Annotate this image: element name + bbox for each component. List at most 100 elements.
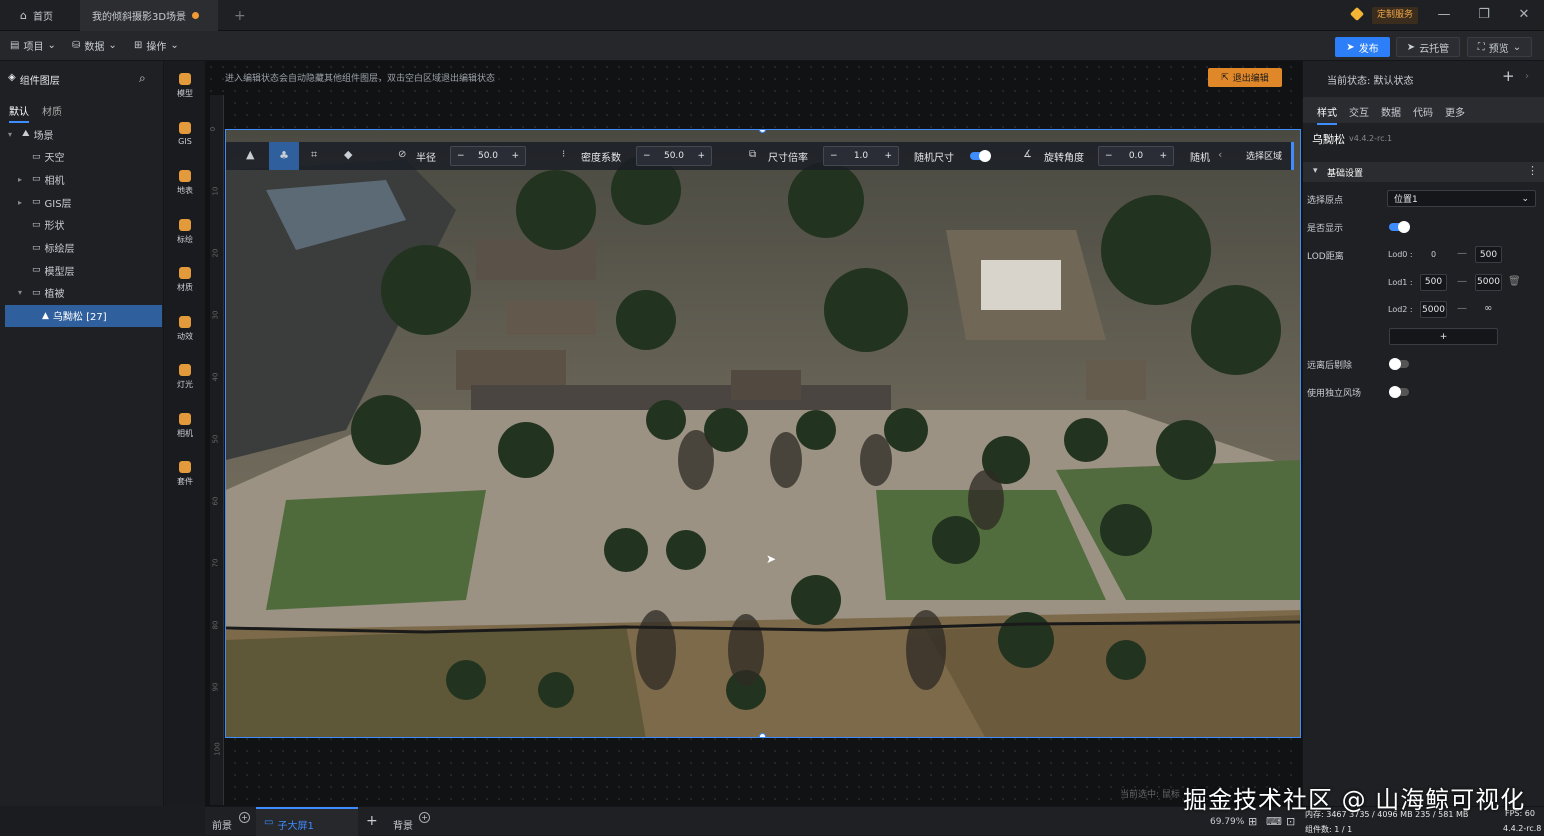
zoom-level[interactable]: 69.79% [1210, 817, 1244, 827]
rail-item[interactable]: 动效 [165, 312, 205, 356]
layer-item[interactable]: ▲ 乌黝松 [27] [5, 304, 162, 327]
lod-to-input[interactable]: 5000 [1475, 273, 1502, 291]
layer-item[interactable]: ▸ ▭ GIS层 [0, 191, 164, 213]
wind-toggle[interactable] [1389, 386, 1409, 398]
rail-item[interactable]: GIS [165, 118, 205, 162]
component-category-icon [179, 412, 191, 425]
basic-settings-header[interactable]: ▾ 基础设置 ⋮ [1303, 162, 1544, 182]
layer-item[interactable]: ▾ ⛰ 场景 [0, 123, 164, 145]
add-tab-button[interactable]: + [222, 0, 258, 31]
radius-value: 50.0 [477, 151, 499, 161]
lod-to-input[interactable]: 500 [1475, 246, 1502, 263]
exit-edit-button[interactable]: ⇱ 退出编辑 [1208, 68, 1282, 87]
visible-toggle[interactable] [1389, 221, 1410, 233]
layer-item[interactable]: ▾ ▭ 植被 [0, 282, 164, 304]
scale-plus[interactable]: + [884, 151, 892, 161]
bottom-resize-handle[interactable] [759, 733, 766, 737]
chevron-left-icon[interactable]: ‹ [1218, 148, 1222, 161]
preview-button[interactable]: ⛶ 预览 ⌄ [1467, 37, 1532, 57]
publish-button[interactable]: ➤ 发布 [1335, 37, 1390, 57]
fit-icon[interactable]: ⊞ [1248, 815, 1257, 828]
add-state-button[interactable]: + [1502, 67, 1515, 85]
background-tab[interactable]: 背景 [393, 817, 413, 832]
tree-brush-icon[interactable]: ▲ [246, 148, 254, 161]
tab-project[interactable]: 我的倾斜摄影3D场景 [80, 0, 218, 31]
lod-name: Lod0 : [1388, 250, 1413, 259]
scale-stepper[interactable]: − 1.0 + [823, 146, 899, 166]
tab-home[interactable]: ⌂ 首页 [8, 0, 65, 31]
tab-default[interactable]: 默认 [9, 103, 29, 123]
layer-item[interactable]: ▭ 天空 [0, 146, 164, 168]
radius-plus[interactable]: + [511, 151, 519, 161]
child-screen-tab[interactable]: ▭ 子大屏1 [256, 807, 358, 836]
rail-item[interactable]: 模型 [165, 69, 205, 113]
rotate-minus[interactable]: − [1105, 151, 1113, 161]
density-stepper[interactable]: − 50.0 + [636, 146, 712, 166]
rotate-plus[interactable]: + [1159, 151, 1167, 161]
more-icon[interactable]: ⋮ [1527, 164, 1538, 177]
lod-label: LOD距离 [1307, 252, 1344, 262]
rotate-stepper[interactable]: − 0.0 + [1098, 146, 1174, 166]
select-area-button[interactable]: 选择区域 [1246, 149, 1282, 162]
rail-item[interactable]: 材质 [165, 263, 205, 307]
tree-toggle-icon[interactable]: ▸ [18, 175, 28, 184]
layer-item[interactable]: ▭ 标绘层 [0, 237, 164, 259]
tab-style[interactable]: 样式 [1317, 104, 1337, 125]
search-icon[interactable]: ⌕ [139, 71, 146, 86]
minimize-button[interactable]: — [1434, 6, 1454, 24]
exit-icon: ⇱ [1221, 72, 1229, 83]
rail-item[interactable]: 标绘 [165, 215, 205, 259]
current-state[interactable]: 当前状态: 默认状态 [1327, 72, 1414, 87]
ruler-tick: 80 [211, 620, 220, 630]
far-remove-toggle[interactable] [1389, 358, 1409, 370]
rail-item[interactable]: 地表 [165, 166, 205, 210]
screen-icon: ▭ [264, 817, 274, 828]
scale-minus[interactable]: − [830, 151, 838, 161]
delete-icon[interactable]: 🗑 [1508, 276, 1521, 287]
restore-button[interactable]: ❐ [1474, 6, 1494, 24]
add-screen-button[interactable]: + [366, 813, 378, 829]
radius-minus[interactable]: − [457, 151, 465, 161]
cloud-hosting-button[interactable]: ➤ 云托管 [1396, 37, 1460, 57]
select-tool-icon[interactable]: ⌗ [311, 148, 317, 162]
lod-add-button[interactable]: + [1389, 328, 1498, 345]
tree-toggle-icon[interactable]: ▸ [18, 198, 28, 207]
random-size-toggle[interactable] [970, 150, 991, 162]
add-background-icon[interactable]: + [419, 812, 430, 823]
menu-data[interactable]: ⛁ 数据 ⌄ [72, 38, 117, 53]
component-version: v4.4.2-rc.1 [1349, 134, 1393, 143]
menu-operate[interactable]: ⊞ 操作 ⌄ [134, 38, 179, 53]
menu-project[interactable]: ▤ 项目 ⌄ [10, 38, 56, 53]
rail-item[interactable]: 相机 [165, 409, 205, 453]
radius-stepper[interactable]: − 50.0 + [450, 146, 526, 166]
lod-from-input[interactable]: 500 [1420, 273, 1447, 291]
layer-item[interactable]: ▭ 形状 [0, 214, 164, 236]
keyboard-icon[interactable]: ⌨ [1266, 815, 1282, 828]
density-plus[interactable]: + [697, 151, 705, 161]
tree-toggle-icon[interactable]: ▾ [18, 288, 28, 297]
tree-add-icon[interactable]: ♣ [269, 142, 299, 170]
rail-item[interactable]: 套件 [165, 457, 205, 501]
close-button[interactable]: ✕ [1514, 6, 1534, 24]
tab-code[interactable]: 代码 [1413, 104, 1433, 119]
layer-item[interactable]: ▭ 模型层 [0, 259, 164, 281]
origin-select[interactable]: 位置1 ⌄ [1387, 190, 1536, 207]
tab-material[interactable]: 材质 [42, 103, 62, 118]
custom-service-button[interactable]: 定制服务 [1372, 7, 1419, 24]
add-foreground-icon[interactable]: + [239, 812, 250, 823]
tree-toggle-icon[interactable]: ▾ [8, 130, 18, 139]
scene-viewport[interactable]: ➤ [225, 129, 1301, 738]
density-minus[interactable]: − [643, 151, 651, 161]
tab-more[interactable]: 更多 [1445, 104, 1465, 119]
foreground-tab[interactable]: 前景 [212, 817, 232, 832]
scene-icon: ⛰ [22, 129, 30, 139]
terminal-icon[interactable]: ⊡ [1286, 815, 1295, 828]
eraser-icon[interactable]: ◆ [344, 148, 352, 161]
layer-item[interactable]: ▸ ▭ 相机 [0, 168, 164, 190]
lod-from-input[interactable]: 5000 [1420, 301, 1447, 318]
chevron-right-icon[interactable]: › [1525, 71, 1529, 82]
chevron-down-icon: ⌄ [47, 40, 56, 51]
rail-item[interactable]: 灯光 [165, 360, 205, 404]
tab-interaction[interactable]: 交互 [1349, 104, 1369, 119]
tab-data[interactable]: 数据 [1381, 104, 1401, 119]
